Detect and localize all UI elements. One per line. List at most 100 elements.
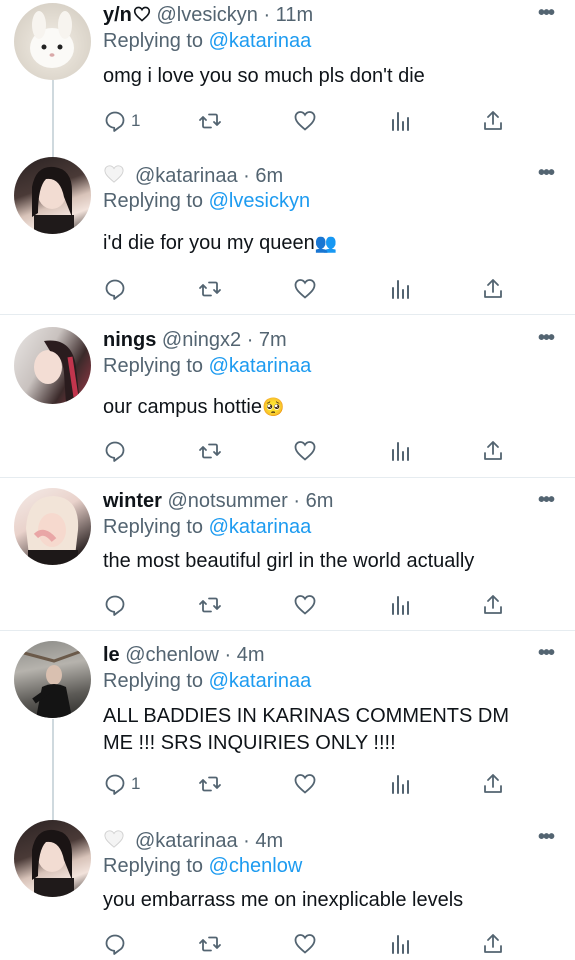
reply-icon (105, 441, 125, 462)
avatar[interactable] (14, 327, 91, 404)
like-button[interactable] (293, 929, 317, 959)
analytics-button[interactable] (388, 274, 412, 304)
like-button[interactable] (293, 769, 317, 799)
like-button[interactable] (293, 590, 317, 620)
share-button[interactable] (481, 106, 505, 136)
share-button[interactable] (481, 274, 505, 304)
more-options-button[interactable]: ••• (538, 2, 555, 25)
display-name[interactable]: nings (103, 329, 156, 351)
handle[interactable]: @katarinaa (135, 830, 238, 852)
analytics-button[interactable] (388, 769, 412, 799)
handle[interactable]: @chenlow (125, 644, 219, 666)
retweet-button[interactable] (198, 769, 222, 799)
timestamp[interactable]: · 4m (225, 644, 265, 666)
tweet-header: @katarinaa · 6m (103, 164, 283, 188)
share-icon (484, 441, 502, 460)
avatar[interactable] (14, 157, 91, 234)
analytics-button[interactable] (388, 929, 412, 959)
heart-icon (294, 111, 316, 131)
share-icon (484, 111, 502, 130)
thread-line (52, 80, 54, 160)
handle[interactable]: @katarinaa (135, 165, 238, 187)
tweet-header: winter @notsummer · 6m (103, 490, 333, 513)
retweet-button[interactable] (198, 106, 222, 136)
reply-button[interactable]: 1 (103, 769, 140, 799)
retweet-button[interactable] (198, 590, 222, 620)
more-options-button[interactable]: ••• (538, 826, 555, 849)
like-button[interactable] (293, 106, 317, 136)
display-name[interactable]: winter (103, 490, 162, 512)
analytics-icon (392, 442, 409, 461)
timestamp[interactable]: · 6m (243, 165, 283, 187)
more-options-button[interactable]: ••• (538, 642, 555, 665)
reply-button[interactable] (103, 929, 131, 959)
tweet[interactable]: @katarinaa · 6m ••• Replying to @lvesick… (0, 157, 575, 315)
mention-link[interactable]: @katarinaa (209, 516, 312, 538)
share-button[interactable] (481, 590, 505, 620)
replying-label: Replying to (103, 190, 204, 212)
mention-link[interactable]: @katarinaa (209, 355, 312, 377)
timestamp[interactable]: · 4m (243, 830, 283, 852)
share-button[interactable] (481, 929, 505, 959)
mention-link[interactable]: @chenlow (209, 855, 303, 877)
tweet-text-body: i'd die for you my queen (103, 232, 315, 254)
replying-label: Replying to (103, 670, 204, 692)
tweet-actions: 1 (103, 769, 513, 799)
handle[interactable]: @notsummer (167, 490, 287, 512)
replying-label: Replying to (103, 516, 204, 538)
avatar[interactable] (14, 488, 91, 565)
tweet[interactable]: @katarinaa · 4m ••• Replying to @chenlow… (0, 820, 575, 960)
retweet-button[interactable] (198, 436, 222, 466)
people-emoji: 👥 (314, 233, 338, 253)
mention-link[interactable]: @katarinaa (209, 670, 312, 692)
like-button[interactable] (293, 274, 317, 304)
analytics-button[interactable] (388, 436, 412, 466)
more-options-button[interactable]: ••• (538, 327, 555, 350)
mention-link[interactable]: @lvesickyn (209, 190, 310, 212)
avatar[interactable] (14, 3, 91, 80)
heart-icon (294, 934, 316, 954)
handle[interactable]: @ningx2 (162, 329, 241, 351)
avatar[interactable] (14, 641, 91, 718)
retweet-button[interactable] (198, 274, 222, 304)
tweet-actions (103, 929, 513, 959)
person-avatar-image (26, 496, 79, 565)
reply-icon (105, 774, 125, 795)
tweet[interactable]: winter @notsummer · 6m ••• Replying to @… (0, 478, 575, 631)
tweet[interactable]: y/n @lvesickyn · 11m ••• Replying to @ka… (0, 0, 575, 160)
avatar[interactable] (14, 820, 91, 897)
share-button[interactable] (481, 769, 505, 799)
heart-icon (294, 441, 316, 461)
like-button[interactable] (293, 436, 317, 466)
analytics-button[interactable] (388, 106, 412, 136)
reply-button[interactable]: 1 (103, 106, 140, 136)
tweet-header: nings @ningx2 · 7m (103, 329, 287, 352)
more-options-button[interactable]: ••• (538, 489, 555, 512)
reply-count: 1 (131, 774, 141, 793)
analytics-icon (392, 280, 409, 299)
more-options-button[interactable]: ••• (538, 162, 555, 185)
tweet[interactable]: nings @ningx2 · 7m ••• Replying to @kata… (0, 315, 575, 478)
handle[interactable]: @lvesickyn (156, 4, 257, 26)
replying-to: Replying to @katarinaa (103, 355, 311, 378)
retweet-button[interactable] (198, 929, 222, 959)
reply-button[interactable] (103, 274, 131, 304)
timestamp[interactable]: · 7m (247, 329, 287, 351)
mention-link[interactable]: @katarinaa (209, 30, 312, 52)
white-heart-emoji-icon (103, 829, 125, 849)
timestamp[interactable]: · 11m (263, 4, 313, 26)
timestamp[interactable]: · 6m (293, 490, 333, 512)
tweet-actions (103, 590, 513, 620)
reply-button[interactable] (103, 590, 131, 620)
heart-icon (294, 595, 316, 615)
tweet-text: our campus hottie🥺 (103, 394, 543, 421)
share-button[interactable] (481, 436, 505, 466)
analytics-button[interactable] (388, 590, 412, 620)
analytics-icon (392, 112, 409, 131)
display-name[interactable]: y/n (103, 4, 132, 26)
reply-button[interactable] (103, 436, 131, 466)
display-name[interactable]: le (103, 644, 120, 666)
tweet-actions: 1 (103, 106, 513, 136)
tweet[interactable]: le @chenlow · 4m ••• Replying to @katari… (0, 631, 575, 820)
reply-count: 1 (131, 111, 141, 130)
